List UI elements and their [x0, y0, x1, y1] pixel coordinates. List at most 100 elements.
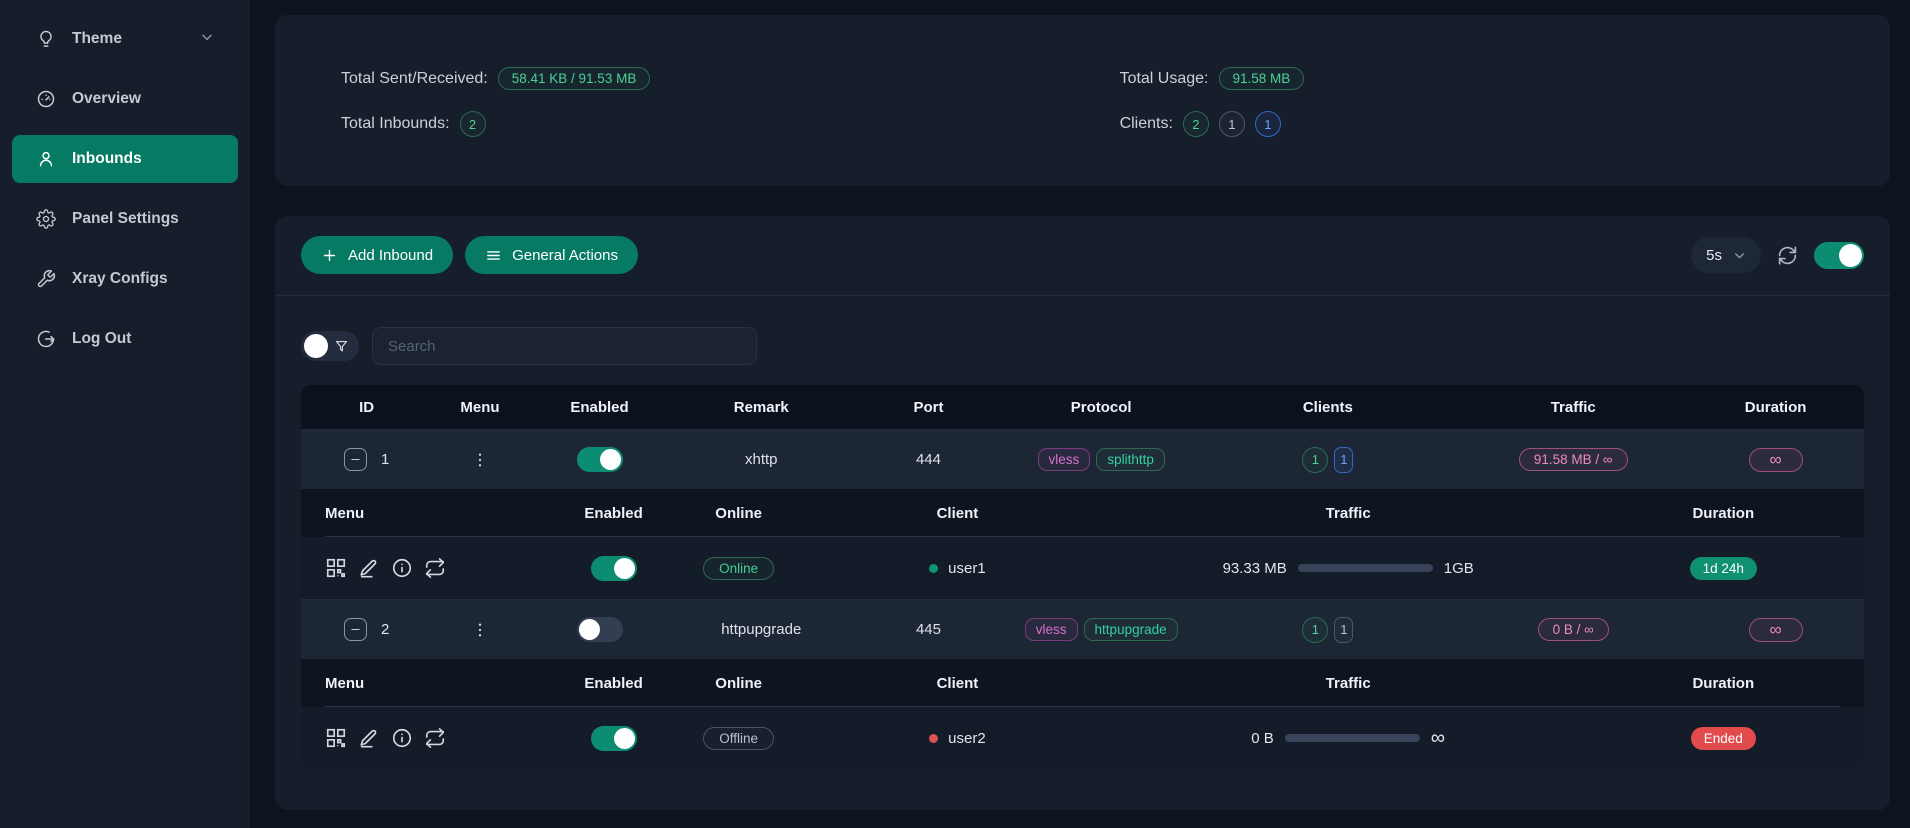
edit-button[interactable] — [358, 727, 380, 749]
client-duration-cell: 1d 24h — [1583, 557, 1864, 580]
toggle-knob — [614, 558, 635, 579]
repeat-icon — [424, 557, 446, 579]
inbound-enabled-toggle[interactable] — [577, 617, 623, 642]
auto-refresh-toggle[interactable] — [1814, 242, 1864, 269]
duration-badge: Ended — [1691, 727, 1756, 750]
toggle-knob — [1839, 244, 1862, 267]
general-actions-button[interactable]: General Actions — [465, 236, 638, 274]
traffic-progress-bar — [1298, 564, 1433, 572]
info-button[interactable] — [391, 727, 413, 749]
edit-button[interactable] — [358, 557, 380, 579]
client-duration-cell: Ended — [1583, 727, 1864, 750]
user-icon — [36, 149, 56, 169]
subcol-header-enabled: Enabled — [551, 505, 676, 522]
sidebar-item-inbounds[interactable]: Inbounds — [12, 135, 238, 183]
client-traffic-cell: 93.33 MB 1GB — [1114, 560, 1583, 577]
filter-toggle[interactable] — [301, 331, 359, 361]
client-enabled-cell — [551, 726, 676, 751]
repeat-icon — [424, 727, 446, 749]
client-enabled-toggle[interactable] — [591, 556, 637, 581]
refresh-interval-value: 5s — [1706, 247, 1722, 264]
app-root: Theme Overview Inbounds Panel Settings X… — [0, 0, 1910, 828]
reset-traffic-button[interactable] — [424, 557, 446, 579]
inbounds-panel: Add Inbound General Actions 5s — [275, 216, 1890, 810]
inbound-enabled-toggle[interactable] — [577, 447, 623, 472]
toggle-knob — [304, 334, 328, 358]
qr-code-button[interactable] — [325, 557, 347, 579]
duration-cell: ∞ — [1687, 618, 1864, 642]
sidebar-item-xray-configs[interactable]: Xray Configs — [12, 255, 238, 303]
reset-traffic-button[interactable] — [424, 727, 446, 749]
client-row: Online user1 93.33 MB 1GB — [301, 537, 1864, 599]
refresh-interval-select[interactable]: 5s — [1691, 237, 1761, 273]
client-table-header: Menu Enabled Online Client Traffic Durat… — [301, 489, 1864, 537]
subcol-header-online: Online — [676, 505, 801, 522]
subcol-header-client: Client — [801, 675, 1114, 692]
remark-cell: xhttp — [671, 451, 851, 468]
qr-code-button[interactable] — [325, 727, 347, 749]
sidebar-item-panel-settings[interactable]: Panel Settings — [12, 195, 238, 243]
protocol-badge: vless — [1038, 448, 1091, 471]
remark-cell: httpupgrade — [671, 621, 851, 638]
pencil-icon — [358, 727, 380, 749]
col-header-traffic: Traffic — [1459, 399, 1687, 416]
search-row — [275, 296, 1890, 365]
refresh-button[interactable] — [1777, 245, 1798, 266]
info-button[interactable] — [391, 557, 413, 579]
general-actions-label: General Actions — [512, 247, 618, 264]
row-menu-button[interactable] — [471, 451, 489, 469]
search-input[interactable] — [372, 327, 757, 365]
row-menu-button[interactable] — [471, 621, 489, 639]
protocol-cell: vless httpupgrade — [1006, 618, 1197, 641]
col-header-port: Port — [851, 399, 1006, 416]
subcol-header-client: Client — [801, 505, 1114, 522]
menu-cell — [432, 621, 527, 639]
collapse-row-button[interactable] — [344, 618, 367, 641]
client-enabled-cell — [551, 556, 676, 581]
subcol-header-traffic: Traffic — [1114, 675, 1583, 692]
subcol-header-duration: Duration — [1583, 505, 1864, 522]
toolbar: Add Inbound General Actions 5s — [275, 216, 1890, 295]
sidebar-item-label: Inbounds — [72, 150, 142, 168]
stat-label: Total Inbounds: — [341, 115, 450, 133]
sidebar-item-overview[interactable]: Overview — [12, 75, 238, 123]
chevron-down-icon — [200, 30, 214, 49]
subcol-header-menu: Menu — [301, 675, 551, 692]
minus-icon — [350, 454, 361, 465]
col-header-enabled: Enabled — [528, 399, 672, 416]
client-enabled-toggle[interactable] — [591, 726, 637, 751]
traffic-badge: 0 B / ∞ — [1538, 618, 1609, 641]
toggle-knob — [600, 449, 621, 470]
enabled-cell — [528, 617, 672, 642]
info-icon — [391, 727, 413, 749]
sidebar-item-label: Overview — [72, 90, 141, 108]
duration-badge: ∞ — [1749, 618, 1803, 642]
total-inbounds-badge: 2 — [460, 111, 486, 137]
clients-count-badge: 1 — [1219, 111, 1245, 137]
online-status-badge: Online — [703, 557, 774, 580]
sidebar: Theme Overview Inbounds Panel Settings X… — [0, 0, 250, 828]
col-header-protocol: Protocol — [1006, 399, 1197, 416]
client-name: user2 — [948, 730, 986, 747]
stat-label: Total Sent/Received: — [341, 70, 488, 88]
add-inbound-button[interactable]: Add Inbound — [301, 236, 453, 274]
stat-total-usage: Total Usage: 91.58 MB — [1120, 67, 1305, 90]
toggle-knob — [579, 619, 600, 640]
sidebar-item-label: Log Out — [72, 330, 131, 348]
sidebar-item-theme[interactable]: Theme — [12, 15, 238, 63]
client-status-dot — [929, 564, 938, 573]
qr-code-icon — [325, 557, 347, 579]
subcol-header-enabled: Enabled — [551, 675, 676, 692]
stats-row-1: Total Sent/Received: 58.41 KB / 91.53 MB… — [341, 67, 1824, 90]
subcol-header-online: Online — [676, 675, 801, 692]
subcol-header-traffic: Traffic — [1114, 505, 1583, 522]
collapse-row-button[interactable] — [344, 448, 367, 471]
stats-row-2: Total Inbounds: 2 Clients: 2 1 1 — [341, 111, 1824, 137]
client-online-cell: Offline — [676, 727, 801, 750]
clients-count-badge: 1 — [1255, 111, 1281, 137]
sidebar-item-log-out[interactable]: Log Out — [12, 315, 238, 363]
sidebar-item-label: Xray Configs — [72, 270, 168, 288]
subcol-header-menu: Menu — [301, 505, 551, 522]
client-online-cell: Online — [676, 557, 801, 580]
col-header-duration: Duration — [1687, 399, 1864, 416]
